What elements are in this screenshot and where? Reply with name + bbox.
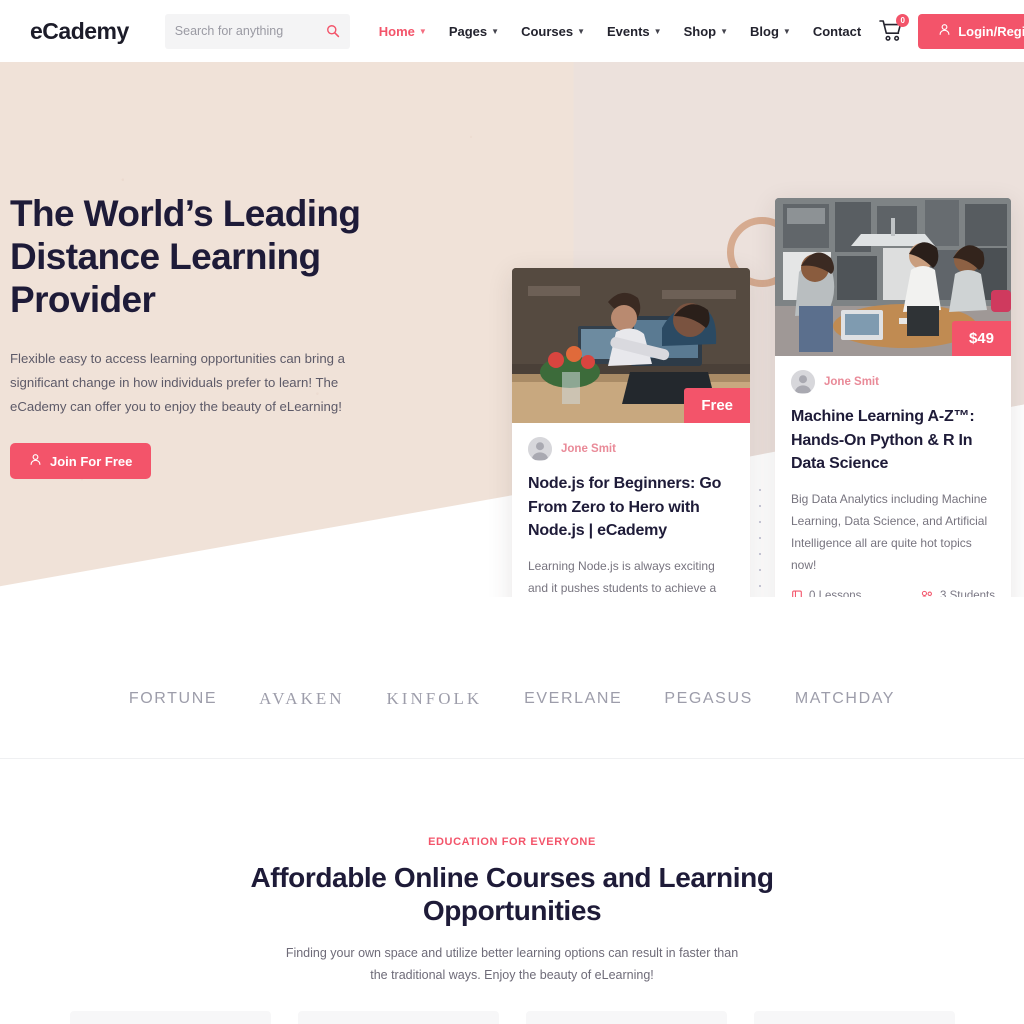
login-register-label: Login/Register — [958, 23, 1024, 39]
course-price-badge: Free — [684, 388, 750, 423]
course-price-badge: $49 — [951, 321, 1011, 356]
course-grid-placeholder — [0, 1011, 1024, 1024]
nav-label: Blog — [750, 23, 779, 39]
course-description: Learning Node.js is always exciting and … — [528, 558, 717, 595]
brand-logo-matchday: MATCHDAY — [794, 690, 896, 707]
chevron-down-icon: ▼ — [653, 27, 662, 36]
site-logo[interactable]: eCademy — [30, 18, 129, 45]
brand-logo-everlane: EVERLANE — [524, 690, 623, 707]
hero-subtitle: Flexible easy to access learning opportu… — [10, 351, 346, 414]
course-card[interactable]: $49 Jone Smit Machine Learning A-Z™: Han… — [775, 198, 1011, 597]
course-students-label: 3 Students — [940, 589, 995, 598]
hero-title-line-2: Distance Learning — [10, 236, 321, 277]
section-title: Affordable Online Courses and Learning O… — [0, 861, 1024, 927]
brand-logo-pegasus: PEGASUS — [664, 690, 753, 707]
chevron-down-icon: ▼ — [720, 27, 728, 36]
section-title-line-2: Opportunities — [422, 895, 602, 926]
chevron-down-icon: ▼ — [418, 27, 427, 36]
nav-label: Contact — [812, 23, 862, 39]
brand-logo-avaken: AVAKEN — [259, 689, 345, 708]
nav-label: Home — [378, 23, 415, 39]
nav-item-events[interactable]: Events ▼ — [596, 24, 673, 39]
search-input[interactable] — [174, 24, 340, 38]
hero-title-line-1: The World’s Leading — [10, 193, 361, 234]
course-title[interactable]: Node.js for Beginners: Go From Zero to H… — [528, 472, 734, 543]
nav-item-shop[interactable]: Shop ▼ — [673, 24, 739, 39]
course-description: Big Data Analytics including Machine Lea… — [791, 491, 988, 572]
site-header: eCademy Home ▼ Pages ▼ Courses ▼ — [0, 0, 1024, 62]
chevron-down-icon: ▼ — [782, 27, 791, 36]
cart-icon[interactable]: 0 — [878, 14, 910, 44]
main-nav: Home ▼ Pages ▼ Courses ▼ Events ▼ Shop ▼… — [368, 24, 872, 39]
course-body: Jone Smit Node.js for Beginners: Go From… — [512, 423, 750, 597]
page-root: eCademy Home ▼ Pages ▼ Courses ▼ — [0, 0, 1024, 1024]
section-description: Finding your own space and utilize bette… — [285, 946, 739, 982]
course-meta: 0 Lessons 3 Students — [791, 589, 995, 598]
cart-count-badge: 0 — [896, 14, 910, 27]
user-icon — [29, 453, 42, 469]
chevron-down-icon: ▼ — [491, 27, 500, 36]
hero-copy: The World’s Leading Distance Learning Pr… — [10, 192, 440, 479]
section-eyebrow: EDUCATION FOR EVERYONE — [428, 836, 596, 848]
nav-label: Pages — [448, 23, 488, 39]
course-author[interactable]: Jone Smit — [791, 370, 995, 394]
search-icon[interactable] — [326, 24, 340, 38]
nav-item-pages[interactable]: Pages ▼ — [438, 24, 510, 39]
nav-item-blog[interactable]: Blog ▼ — [739, 24, 802, 39]
course-thumbnail: $49 — [775, 198, 1011, 356]
courses-section: EDUCATION FOR EVERYONE Affordable Online… — [0, 759, 1024, 1024]
nav-item-courses[interactable]: Courses ▼ — [510, 24, 596, 39]
course-grid-card[interactable] — [753, 1011, 955, 1024]
book-icon — [791, 589, 803, 597]
hero-title-line-3: Provider — [10, 279, 156, 320]
course-thumbnail: Free — [512, 268, 750, 423]
join-for-free-label: Join For Free — [50, 453, 133, 469]
nav-item-home[interactable]: Home ▼ — [368, 24, 438, 39]
brand-logos-strip: FORTUNE AVAKEN KINFOLK EVERLANE PEGASUS … — [0, 640, 1024, 758]
course-lessons-label: 0 Lessons — [809, 589, 862, 598]
nav-label: Shop — [683, 23, 717, 39]
brand-logo-fortune: FORTUNE — [128, 690, 218, 707]
course-lessons: 0 Lessons — [791, 589, 862, 598]
hero-section: The World’s Leading Distance Learning Pr… — [0, 62, 1024, 597]
course-grid-card[interactable] — [297, 1011, 499, 1024]
course-author-name: Jone Smit — [824, 376, 879, 388]
course-students: 3 Students — [920, 589, 995, 598]
avatar — [528, 437, 552, 461]
login-register-button[interactable]: Login/Register — [918, 13, 1024, 49]
brand-logo-kinfolk: KINFOLK — [386, 689, 483, 708]
course-author-name: Jone Smit — [561, 443, 616, 455]
section-title-line-1: Affordable Online Courses and Learning — [250, 862, 774, 893]
join-for-free-button[interactable]: Join For Free — [10, 443, 152, 479]
course-author[interactable]: Jone Smit — [528, 437, 734, 461]
course-grid-card[interactable] — [525, 1011, 727, 1024]
nav-label: Events — [607, 23, 650, 39]
avatar — [791, 370, 815, 394]
nav-label: Courses — [521, 23, 574, 39]
course-card[interactable]: Free Jone Smit Node.js for Beginners: Go… — [512, 268, 750, 597]
course-grid-card[interactable] — [69, 1011, 271, 1024]
user-icon — [938, 23, 951, 39]
chevron-down-icon: ▼ — [577, 27, 586, 36]
course-body: Jone Smit Machine Learning A-Z™: Hands-O… — [775, 356, 1011, 597]
students-icon — [920, 590, 934, 597]
course-title[interactable]: Machine Learning A-Z™: Hands-On Python &… — [791, 405, 995, 476]
nav-item-contact[interactable]: Contact — [802, 24, 872, 39]
search-box[interactable] — [164, 13, 350, 49]
hero-title: The World’s Leading Distance Learning Pr… — [10, 192, 440, 321]
